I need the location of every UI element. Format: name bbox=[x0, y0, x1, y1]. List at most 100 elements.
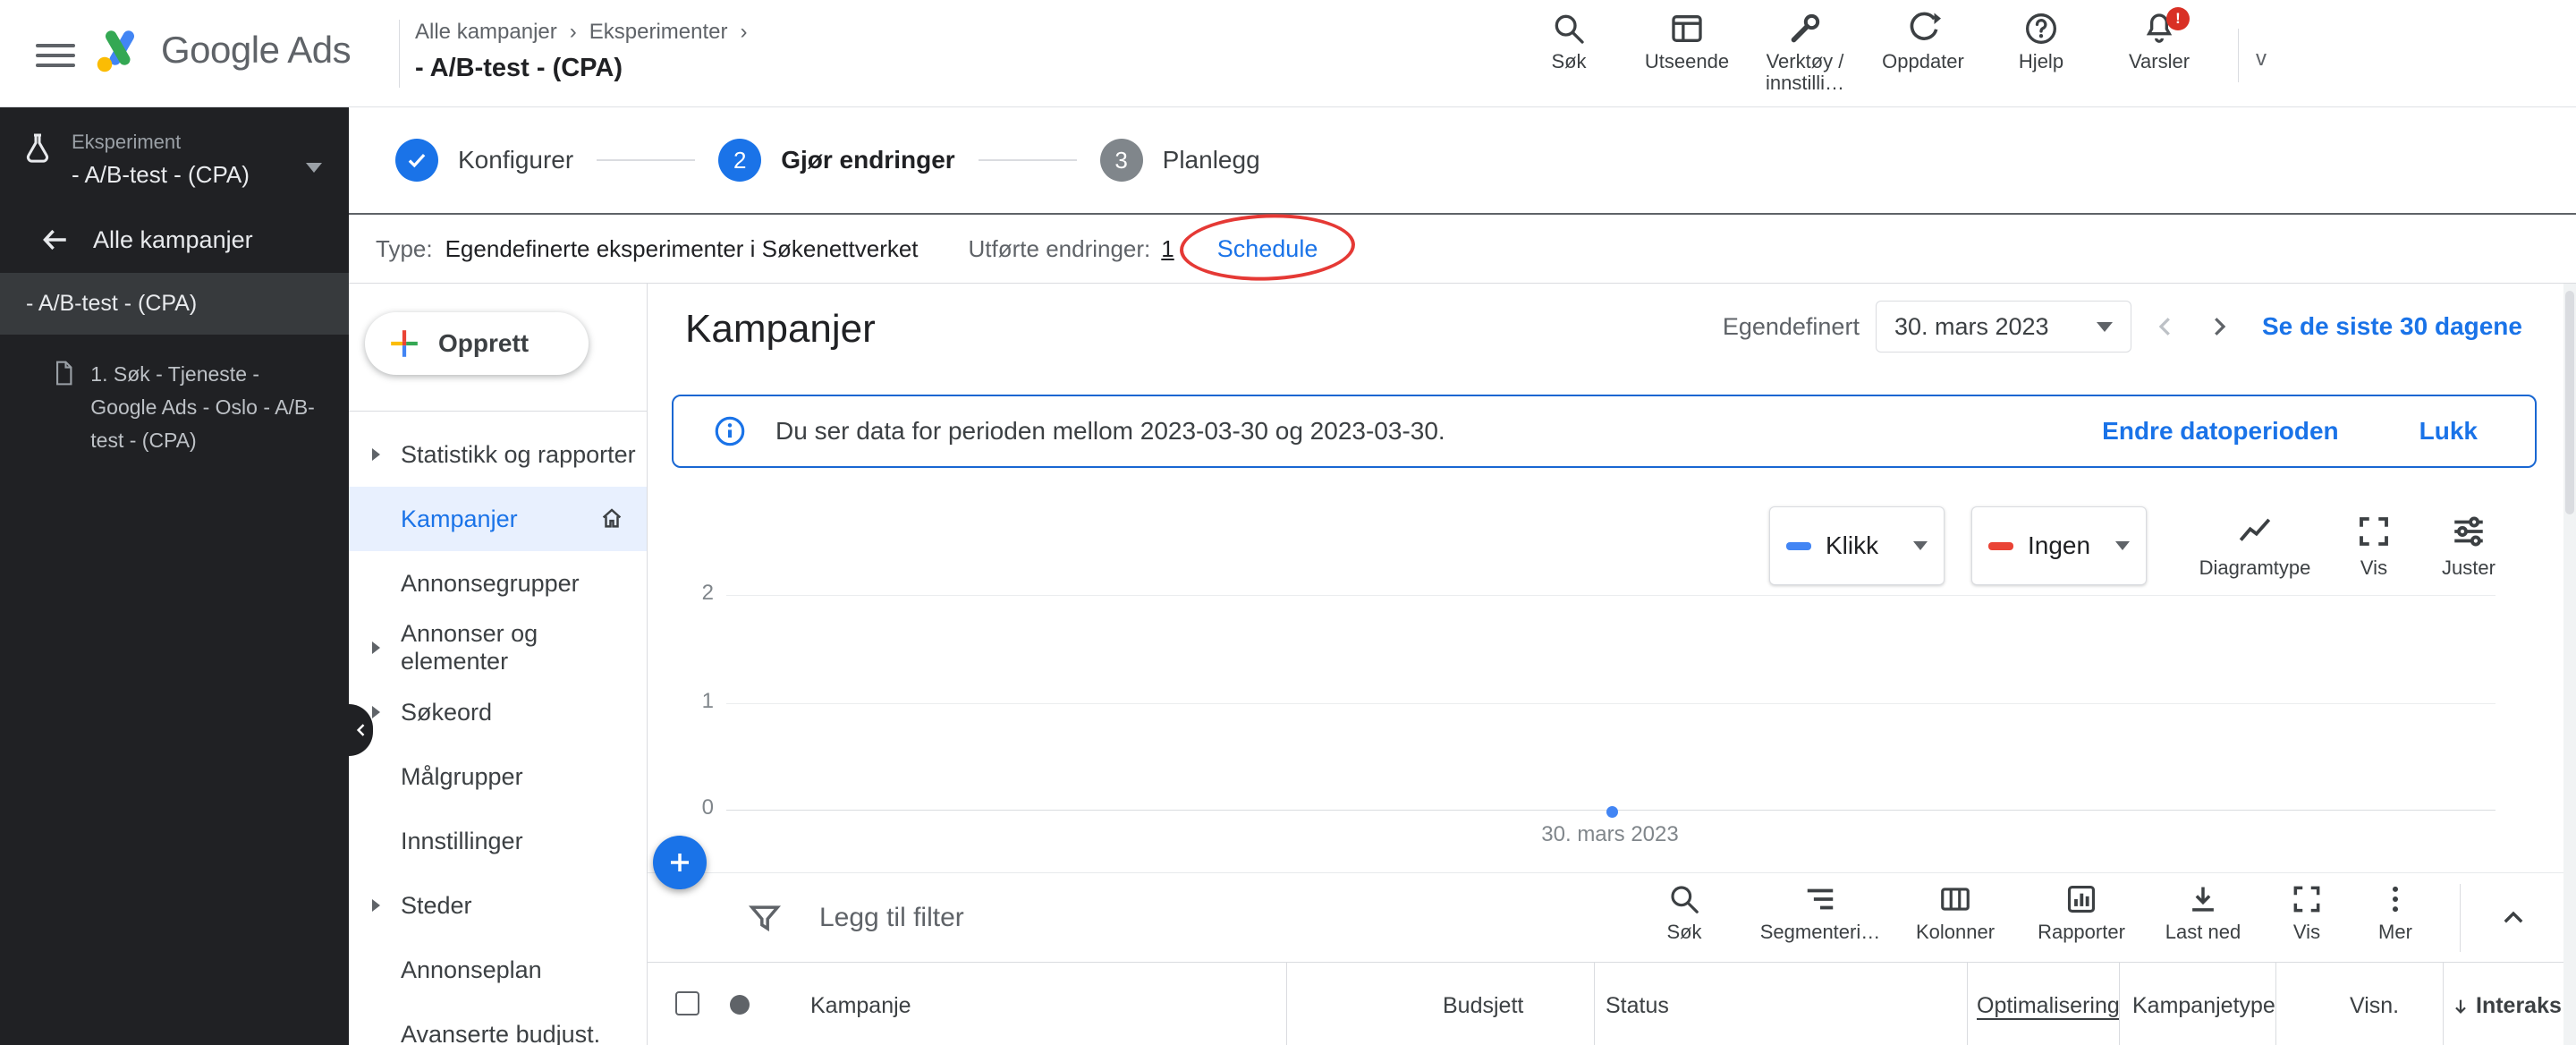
refresh-button[interactable]: Oppdater bbox=[1864, 11, 1982, 94]
status-circle-icon[interactable] bbox=[730, 995, 750, 1015]
next-period-button[interactable] bbox=[2199, 307, 2239, 346]
column-divider bbox=[2119, 963, 2120, 1045]
download-button[interactable]: Last ned bbox=[2154, 882, 2252, 944]
change-date-range-link[interactable]: Endre datoperioden bbox=[2102, 417, 2338, 446]
topbar-divider bbox=[399, 20, 400, 88]
nav-item-ad-schedule[interactable]: Annonseplan bbox=[349, 938, 647, 1002]
type-label: Type: bbox=[376, 234, 433, 262]
menu-icon[interactable] bbox=[36, 38, 75, 73]
step-connector bbox=[978, 159, 1077, 161]
table-search-button[interactable]: Søk bbox=[1640, 882, 1729, 944]
date-range-selector[interactable]: 30. mars 2023 bbox=[1875, 301, 2131, 353]
date-range-mode: Egendefinert bbox=[1722, 312, 1860, 340]
nav-item-settings[interactable]: Innstillinger bbox=[349, 809, 647, 873]
home-icon bbox=[602, 508, 622, 528]
create-button[interactable]: Opprett bbox=[365, 312, 589, 375]
nav-item-audiences[interactable]: Målgrupper bbox=[349, 744, 647, 809]
account-divider bbox=[2238, 29, 2239, 82]
columns-button[interactable]: Kolonner bbox=[1902, 882, 2009, 944]
download-icon bbox=[2192, 887, 2214, 912]
columns-icon bbox=[1941, 888, 1970, 911]
segment-button[interactable]: Segmenteri… bbox=[1753, 882, 1887, 944]
topbar: Google Ads Alle kampanjer › Eksperimente… bbox=[0, 0, 2576, 107]
nav-item-advanced-bid-adj[interactable]: Avanserte budjust. bbox=[349, 1002, 647, 1045]
notifications-button[interactable]: ! Varsler bbox=[2100, 7, 2218, 94]
experiment-context-switcher[interactable]: Eksperiment - A/B-test - (CPA) bbox=[0, 107, 349, 207]
nav-item-campaigns[interactable]: Kampanjer bbox=[349, 487, 647, 551]
nav-item-label: Kampanjer bbox=[401, 505, 518, 532]
chart-expand-button[interactable]: Vis bbox=[2331, 513, 2417, 580]
sidebar-item-ab-test[interactable]: - A/B-test - (CPA) bbox=[0, 273, 349, 335]
account-menu[interactable]: v bbox=[2256, 47, 2267, 72]
breadcrumb-all-campaigns[interactable]: Alle kampanjer bbox=[415, 20, 557, 45]
expand-triangle-icon bbox=[372, 641, 380, 654]
column-header-impressions[interactable]: Visn. bbox=[2350, 993, 2399, 1019]
step-configure[interactable]: Konfigurer bbox=[395, 139, 573, 182]
primary-metric-selector[interactable]: Klikk bbox=[1769, 506, 1945, 585]
scrollbar-thumb[interactable] bbox=[2565, 291, 2574, 514]
nav-items: Statistikk og rapporter Kampanjer Annons… bbox=[349, 412, 647, 1045]
schedule-link[interactable]: Schedule bbox=[1217, 235, 1318, 262]
search-button[interactable]: Søk bbox=[1510, 11, 1628, 94]
column-header-budget[interactable]: Budsjett bbox=[1443, 993, 1523, 1019]
changes-label: Utførte endringer: bbox=[968, 234, 1151, 262]
last-30-days-link[interactable]: Se de siste 30 dagene bbox=[2262, 312, 2522, 341]
back-to-all-campaigns[interactable]: Alle kampanjer bbox=[0, 207, 349, 273]
step-make-changes[interactable]: 2 Gjør endringer bbox=[718, 139, 955, 182]
table-expand-button[interactable]: Vis bbox=[2275, 882, 2338, 944]
column-header-optimization[interactable]: Optimalisering bbox=[1977, 993, 2120, 1019]
nav-item-label: Steder bbox=[401, 891, 472, 919]
add-campaign-fab[interactable] bbox=[653, 836, 707, 889]
nav-item-ad-groups[interactable]: Annonsegrupper bbox=[349, 551, 647, 616]
nav-item-label: Målgrupper bbox=[401, 762, 523, 790]
date-info-banner: Du ser data for perioden mellom 2023-03-… bbox=[672, 395, 2537, 468]
nav-item-label: Annonseplan bbox=[401, 956, 542, 983]
chart-adjust-button[interactable]: Juster bbox=[2417, 513, 2521, 580]
campaign-table-header: Kampanje Budsjett Status Optimalisering … bbox=[648, 962, 2576, 1045]
sidebar-item-campaign[interactable]: 1. Søk - Tjeneste - Google Ads - Oslo - … bbox=[0, 335, 349, 457]
help-button[interactable]: Hjelp bbox=[1982, 11, 2100, 94]
chart-type-button[interactable]: Diagramtype bbox=[2179, 513, 2331, 580]
vertical-scrollbar[interactable] bbox=[2563, 284, 2576, 1045]
nav-item-locations[interactable]: Steder bbox=[349, 873, 647, 938]
reports-button[interactable]: Rapporter bbox=[2028, 882, 2135, 944]
nav-item-ads-assets[interactable]: Annonser og elementer bbox=[349, 616, 647, 680]
breadcrumb-experiments[interactable]: Eksperimenter bbox=[589, 20, 728, 45]
changes-count[interactable]: 1 bbox=[1161, 235, 1174, 263]
changes-group: Utførte endringer: 1 bbox=[969, 235, 1174, 263]
column-header-status[interactable]: Status bbox=[1606, 993, 1669, 1019]
banner-actions: Endre datoperioden Lukk bbox=[2102, 417, 2478, 446]
create-button-label: Opprett bbox=[438, 329, 530, 357]
secondary-metric-selector[interactable]: Ingen bbox=[1971, 506, 2147, 585]
chart-type-label: Diagramtype bbox=[2199, 556, 2311, 579]
nav-item-label: Søkeord bbox=[401, 698, 493, 726]
metric-color-swatch bbox=[1988, 541, 2013, 550]
filter-icon bbox=[748, 905, 782, 932]
logo-text: Google Ads bbox=[161, 29, 352, 71]
step-schedule[interactable]: 3 Planlegg bbox=[1099, 139, 1260, 182]
column-header-campaign[interactable]: Kampanje bbox=[810, 993, 911, 1019]
notifications-label: Varsler bbox=[2128, 50, 2190, 72]
google-ads-logo-icon bbox=[97, 30, 134, 72]
secondary-metric-label: Ingen bbox=[2028, 531, 2091, 559]
divider bbox=[2460, 884, 2461, 952]
collapse-table-button[interactable] bbox=[2492, 896, 2535, 939]
more-label: Mer bbox=[2378, 921, 2412, 943]
add-filter-button[interactable]: Legg til filter bbox=[748, 873, 964, 963]
column-header-interactions[interactable]: Interaks… bbox=[2451, 993, 2576, 1019]
nav-item-keywords[interactable]: Søkeord bbox=[349, 680, 647, 744]
expand-triangle-icon bbox=[372, 706, 380, 718]
tools-settings-button[interactable]: Verktøy / innstilli… bbox=[1746, 11, 1864, 94]
experiment-meta-row: Type: Egendefinerte eksperimenter i Søke… bbox=[349, 211, 2576, 284]
appearance-button[interactable]: Utseende bbox=[1628, 11, 1746, 94]
column-header-campaign-type[interactable]: Kampanjetype bbox=[2132, 993, 2275, 1019]
step-upcoming-circle: 3 bbox=[1099, 139, 1143, 182]
expand-triangle-icon bbox=[372, 448, 380, 461]
select-all-checkbox[interactable] bbox=[675, 991, 699, 1015]
nav-item-statistics[interactable]: Statistikk og rapporter bbox=[349, 422, 647, 487]
nav-item-label: Annonser og elementer bbox=[401, 620, 538, 675]
more-button[interactable]: Mer bbox=[2364, 882, 2427, 944]
dismiss-banner-link[interactable]: Lukk bbox=[2419, 417, 2478, 446]
google-ads-logo[interactable]: Google Ads bbox=[93, 23, 352, 77]
previous-period-button[interactable] bbox=[2146, 307, 2185, 346]
